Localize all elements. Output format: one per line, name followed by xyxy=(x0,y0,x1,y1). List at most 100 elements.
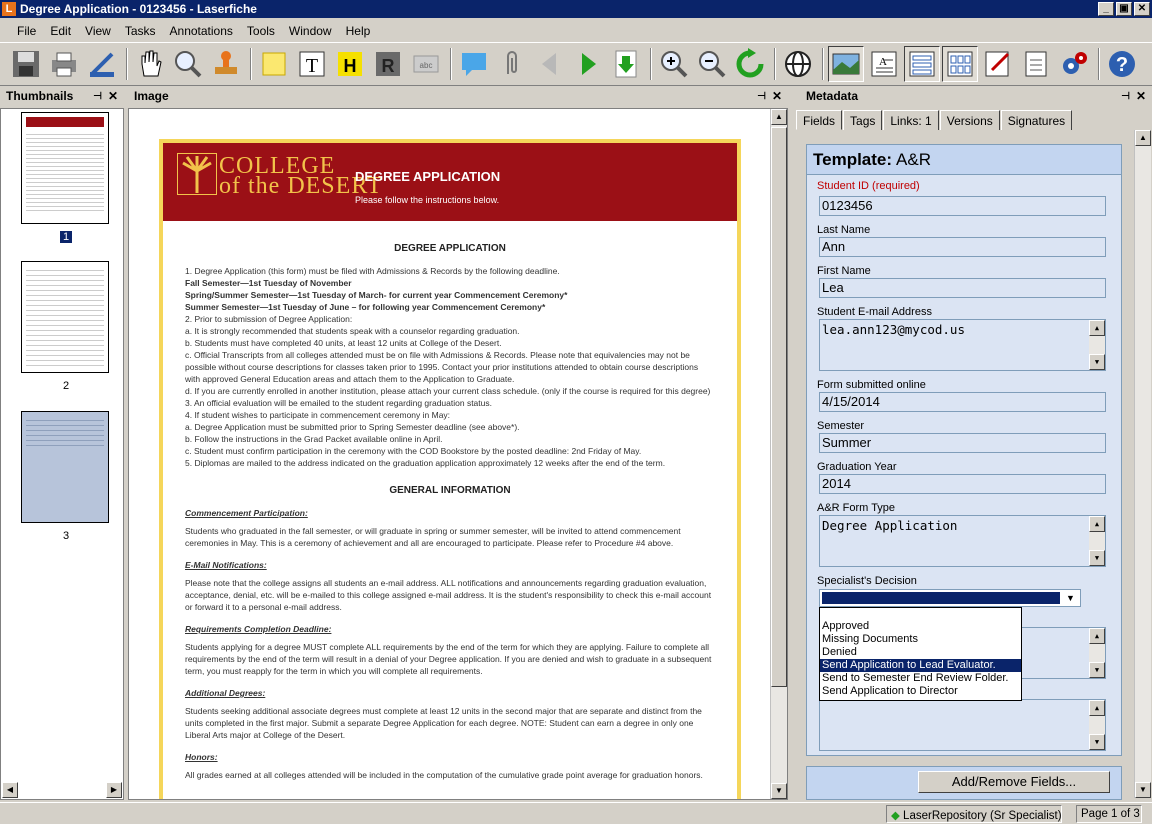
zoom-out-button[interactable] xyxy=(694,46,730,82)
thumbnails-view-button[interactable] xyxy=(942,46,978,82)
tab-fields[interactable]: Fields xyxy=(796,110,843,130)
decision-option[interactable]: Send Application to Director xyxy=(820,685,1021,698)
decision-select[interactable]: ▼ xyxy=(819,589,1081,607)
scroll-up-button[interactable]: ▲ xyxy=(1135,130,1151,146)
print-button[interactable] xyxy=(46,46,82,82)
image-vertical-scrollbar[interactable]: ▲ ▼ xyxy=(770,109,787,799)
scroll-up-button[interactable]: ▲ xyxy=(1089,320,1105,336)
menu-file[interactable]: File xyxy=(10,24,43,38)
pin-icon[interactable]: ⊣ xyxy=(757,91,766,102)
chevron-down-icon[interactable]: ▼ xyxy=(1062,591,1079,605)
menu-help[interactable]: Help xyxy=(339,24,378,38)
fields-view-button[interactable] xyxy=(904,46,940,82)
metadata-vertical-scrollbar[interactable]: ▲ ▼ xyxy=(1134,130,1151,798)
semester-field[interactable]: Summer xyxy=(819,433,1106,453)
pin-icon[interactable]: ⊣ xyxy=(93,91,102,102)
ocr-text-button[interactable]: abc xyxy=(408,46,444,82)
menu-tools[interactable]: Tools xyxy=(240,24,282,38)
tab-signatures[interactable]: Signatures xyxy=(1000,110,1073,130)
tab-links[interactable]: Links: 1 xyxy=(883,110,939,130)
decision-option[interactable]: Missing Documents xyxy=(820,633,1021,646)
scroll-left-button[interactable]: ◀ xyxy=(2,782,18,798)
maximize-button[interactable]: ▣ xyxy=(1116,2,1132,16)
pin-icon[interactable]: ⊣ xyxy=(1121,91,1130,102)
scan-button[interactable] xyxy=(84,46,120,82)
decision-option[interactable]: Denied xyxy=(820,646,1021,659)
student-id-field[interactable]: 0123456 xyxy=(819,196,1106,216)
decision-option[interactable]: Approved xyxy=(820,620,1021,633)
thumbnail-page-1[interactable] xyxy=(21,112,109,224)
go-to-page-button[interactable] xyxy=(608,46,644,82)
scroll-down-button[interactable]: ▼ xyxy=(1089,662,1105,678)
scroll-up-button[interactable]: ▲ xyxy=(771,109,787,125)
menu-tasks[interactable]: Tasks xyxy=(118,24,163,38)
comments-field[interactable]: ▲ ▼ xyxy=(819,699,1106,751)
scroll-down-button[interactable]: ▼ xyxy=(1135,782,1151,798)
email-field[interactable]: lea.ann123@mycod.us ▲ ▼ xyxy=(819,319,1106,371)
menu-annotations[interactable]: Annotations xyxy=(163,24,240,38)
scroll-up-button[interactable]: ▲ xyxy=(1089,700,1105,716)
scroll-down-button[interactable]: ▼ xyxy=(771,783,787,799)
scroll-up-button[interactable]: ▲ xyxy=(1089,628,1105,644)
redact-button[interactable]: R xyxy=(370,46,406,82)
zoom-select-button[interactable] xyxy=(170,46,206,82)
image-view-button[interactable] xyxy=(828,46,864,82)
add-remove-fields-button[interactable]: Add/Remove Fields... xyxy=(918,771,1110,793)
form-type-field[interactable]: Degree Application ▲ ▼ xyxy=(819,515,1106,567)
properties-button[interactable] xyxy=(1018,46,1054,82)
scroll-right-button[interactable]: ▶ xyxy=(106,782,122,798)
student-id-label: Student ID (required) xyxy=(817,180,920,192)
close-pane-icon[interactable]: ✕ xyxy=(1136,89,1146,103)
notes-scrollbar[interactable]: ▲ ▼ xyxy=(1089,628,1105,678)
sticky-note-button[interactable] xyxy=(256,46,292,82)
help-button[interactable]: ? xyxy=(1104,46,1140,82)
graduation-year-field[interactable]: 2014 xyxy=(819,474,1106,494)
last-name-field[interactable]: Ann xyxy=(819,237,1106,257)
tab-versions[interactable]: Versions xyxy=(939,110,1000,130)
form-type-scrollbar[interactable]: ▲ ▼ xyxy=(1089,516,1105,566)
text-view-button[interactable]: A xyxy=(866,46,902,82)
close-window-button[interactable]: ✕ xyxy=(1134,2,1150,16)
options-button[interactable] xyxy=(1056,46,1092,82)
edit-pen-icon xyxy=(985,51,1010,77)
scroll-down-button[interactable]: ▼ xyxy=(1089,734,1105,750)
section-text: All grades earned at all colleges attend… xyxy=(185,770,703,780)
menu-edit[interactable]: Edit xyxy=(43,24,78,38)
first-name-field[interactable]: Lea xyxy=(819,278,1106,298)
next-page-button[interactable] xyxy=(570,46,606,82)
fields-panel: Template: A&R Student ID (required) 0123… xyxy=(806,144,1122,756)
zoom-in-button[interactable] xyxy=(656,46,692,82)
save-button[interactable] xyxy=(8,46,44,82)
scroll-up-button[interactable]: ▲ xyxy=(1089,516,1105,532)
close-pane-icon[interactable]: ✕ xyxy=(772,89,782,103)
highlight-button[interactable]: H xyxy=(332,46,368,82)
email-scrollbar[interactable]: ▲ ▼ xyxy=(1089,320,1105,370)
text-view-icon: A xyxy=(871,51,897,77)
attachment-button[interactable] xyxy=(494,46,530,82)
submitted-date-field[interactable]: 4/15/2014 xyxy=(819,392,1106,412)
minimize-button[interactable]: _ xyxy=(1098,2,1114,16)
pan-button[interactable] xyxy=(132,46,168,82)
decision-option[interactable]: Send to Semester End Review Folder. xyxy=(820,672,1021,685)
menu-window[interactable]: Window xyxy=(282,24,339,38)
menu-view[interactable]: View xyxy=(78,24,118,38)
thumbnail-number: 1 xyxy=(60,231,72,243)
close-pane-icon[interactable]: ✕ xyxy=(108,89,118,103)
comment-button[interactable] xyxy=(456,46,492,82)
stamp-button[interactable] xyxy=(208,46,244,82)
scroll-thumb[interactable] xyxy=(771,127,787,687)
document-image-viewer[interactable]: COLLEGE of the DESERT DEGREE APPLICATION… xyxy=(128,108,788,800)
comments-scrollbar[interactable]: ▲ ▼ xyxy=(1089,700,1105,750)
text-annotation-button[interactable]: T xyxy=(294,46,330,82)
decision-option-highlighted[interactable]: Send Application to Lead Evaluator. xyxy=(820,659,1021,672)
previous-page-button[interactable] xyxy=(532,46,568,82)
tab-tags[interactable]: Tags xyxy=(843,110,883,130)
web-publish-button[interactable] xyxy=(780,46,816,82)
edit-document-button[interactable] xyxy=(980,46,1016,82)
template-header: Template: A&R xyxy=(807,145,1121,175)
scroll-down-button[interactable]: ▼ xyxy=(1089,550,1105,566)
rotate-button[interactable] xyxy=(732,46,768,82)
thumbnail-page-3[interactable] xyxy=(21,411,109,523)
thumbnail-page-2[interactable] xyxy=(21,261,109,373)
scroll-down-button[interactable]: ▼ xyxy=(1089,354,1105,370)
